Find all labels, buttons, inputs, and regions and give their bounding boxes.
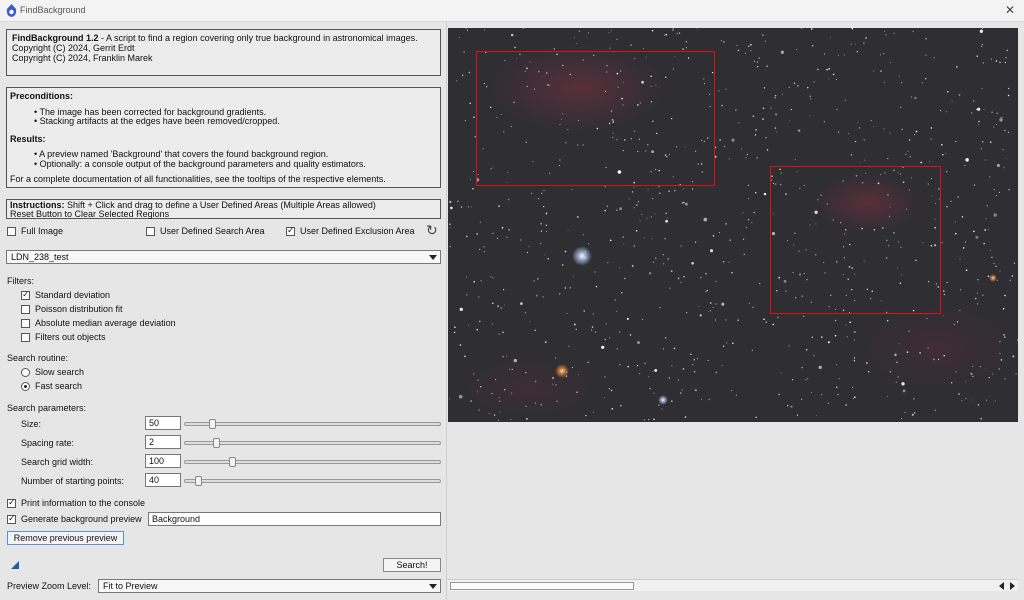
title-bar: FindBackground ✕ [0,0,1024,22]
starting-points-slider[interactable] [184,476,441,486]
generate-preview-checkbox[interactable]: Generate background preview [7,513,142,525]
search-grid-width-label: Search grid width: [21,457,94,467]
zoom-level-select[interactable]: Fit to Preview [98,579,441,593]
zoom-level-value: Fit to Preview [103,581,158,591]
scroll-right-icon[interactable] [1010,582,1015,590]
user-defined-search-area-checkbox[interactable]: User Defined Search Area [146,225,265,237]
radio-label: Slow search [35,367,85,377]
search-grid-width-input[interactable]: 100 [145,454,181,468]
preview-panel [446,22,1024,600]
checkbox-box[interactable] [146,226,155,236]
results-heading: Results: [10,133,46,144]
list-item: • Optionally: a console output of the ba… [34,158,366,169]
script-name: FindBackground 1.2 [12,33,99,43]
starting-points-label: Number of starting points: [21,476,125,486]
search-grid-width-slider[interactable] [184,457,441,467]
scroll-left-icon[interactable] [999,582,1004,590]
print-console-checkbox[interactable]: Print information to the console [7,497,145,509]
radio-button[interactable] [21,367,30,377]
exclusion-region[interactable] [476,51,715,186]
size-label: Size: [21,419,42,429]
checkbox-label: Generate background preview [21,514,142,524]
slider-handle[interactable] [209,419,216,429]
checkbox-box[interactable] [21,332,30,342]
spacing-rate-label: Spacing rate: [21,438,75,448]
search-parameters-heading: Search parameters: [7,403,87,413]
starting-points-input[interactable]: 40 [145,473,181,487]
filter-objects-checkbox[interactable]: Filters out objects [21,331,106,343]
checkbox-box[interactable] [21,289,30,300]
size-input[interactable]: 50 [145,416,181,430]
image-select-value: LDN_238_test [11,252,69,262]
user-defined-exclusion-area-checkbox[interactable]: User Defined Exclusion Area [286,225,415,237]
image-select[interactable]: LDN_238_test [6,250,441,264]
filter-mad-checkbox[interactable]: Absolute median average deviation [21,317,176,329]
reset-icon[interactable]: ↻ [426,222,440,238]
checkbox-label: Filters out objects [35,332,106,342]
scrollbar-thumb[interactable] [450,582,634,590]
filters-heading: Filters: [7,276,34,286]
checkbox-label: Print information to the console [21,498,146,508]
slider-handle[interactable] [213,438,220,448]
checkbox-label: Standard deviation [35,290,111,300]
full-image-checkbox[interactable]: Full Image [7,225,63,237]
image-preview[interactable] [448,28,1018,422]
spacing-rate-slider[interactable] [184,438,441,448]
remove-previous-preview-button[interactable]: Remove previous preview [7,531,124,545]
copyright-line: Copyright (C) 2024, Gerrit Erdt [12,43,135,53]
radio-label: Fast search [35,381,83,391]
checkbox-label: User Defined Search Area [160,226,265,236]
documentation-note: For a complete documentation of all func… [10,174,386,184]
slider-handle[interactable] [195,476,202,486]
exclusion-region[interactable] [770,166,941,314]
checkbox-box[interactable] [7,226,16,236]
chevron-down-icon[interactable] [429,255,437,260]
app-logo-icon [6,4,17,17]
search-routine-heading: Search routine: [7,353,69,363]
checkbox-box[interactable] [7,497,16,508]
filter-poisson-checkbox[interactable]: Poisson distribution fit [21,303,123,315]
search-button[interactable]: Search! [383,558,441,572]
checkbox-box[interactable] [21,304,30,314]
about-box: FindBackground 1.2 - A script to find a … [6,29,441,76]
preview-name-input[interactable]: Background [148,512,441,526]
zoom-level-label: Preview Zoom Level: [7,581,92,591]
checkbox-box[interactable] [286,225,295,236]
radio-button[interactable] [21,381,30,391]
close-icon[interactable]: ✕ [1002,2,1018,18]
fast-search-radio[interactable]: Fast search [21,380,82,392]
instructions-text: Reset Button to Clear Selected Regions [10,209,170,219]
checkbox-label: Poisson distribution fit [35,304,123,314]
slider-handle[interactable] [229,457,236,467]
instructions-box: Instructions: Shift + Click and drag to … [6,199,441,219]
checkbox-box[interactable] [21,318,30,328]
checkbox-label: Full Image [21,226,64,236]
preconditions-heading: Preconditions: [10,91,74,101]
control-panel: FindBackground 1.2 - A script to find a … [0,22,446,600]
info-box: Preconditions: • The image has been corr… [6,87,441,188]
chevron-down-icon[interactable] [429,584,437,589]
copyright-line: Copyright (C) 2024, Franklin Marek [12,53,153,63]
size-slider[interactable] [184,419,441,429]
window-title: FindBackground [20,5,86,15]
script-description: - A script to find a region covering onl… [98,33,418,43]
checkbox-label: User Defined Exclusion Area [300,226,415,236]
checkbox-label: Absolute median average deviation [35,318,176,328]
checkbox-box[interactable] [7,513,16,524]
slow-search-radio[interactable]: Slow search [21,366,84,378]
horizontal-scrollbar[interactable] [448,579,1018,591]
list-item: • Stacking artifacts at the edges have b… [34,116,280,126]
corner-triangle-icon[interactable] [11,561,19,569]
spacing-rate-input[interactable]: 2 [145,435,181,449]
filter-standard-deviation-checkbox[interactable]: Standard deviation [21,289,110,301]
